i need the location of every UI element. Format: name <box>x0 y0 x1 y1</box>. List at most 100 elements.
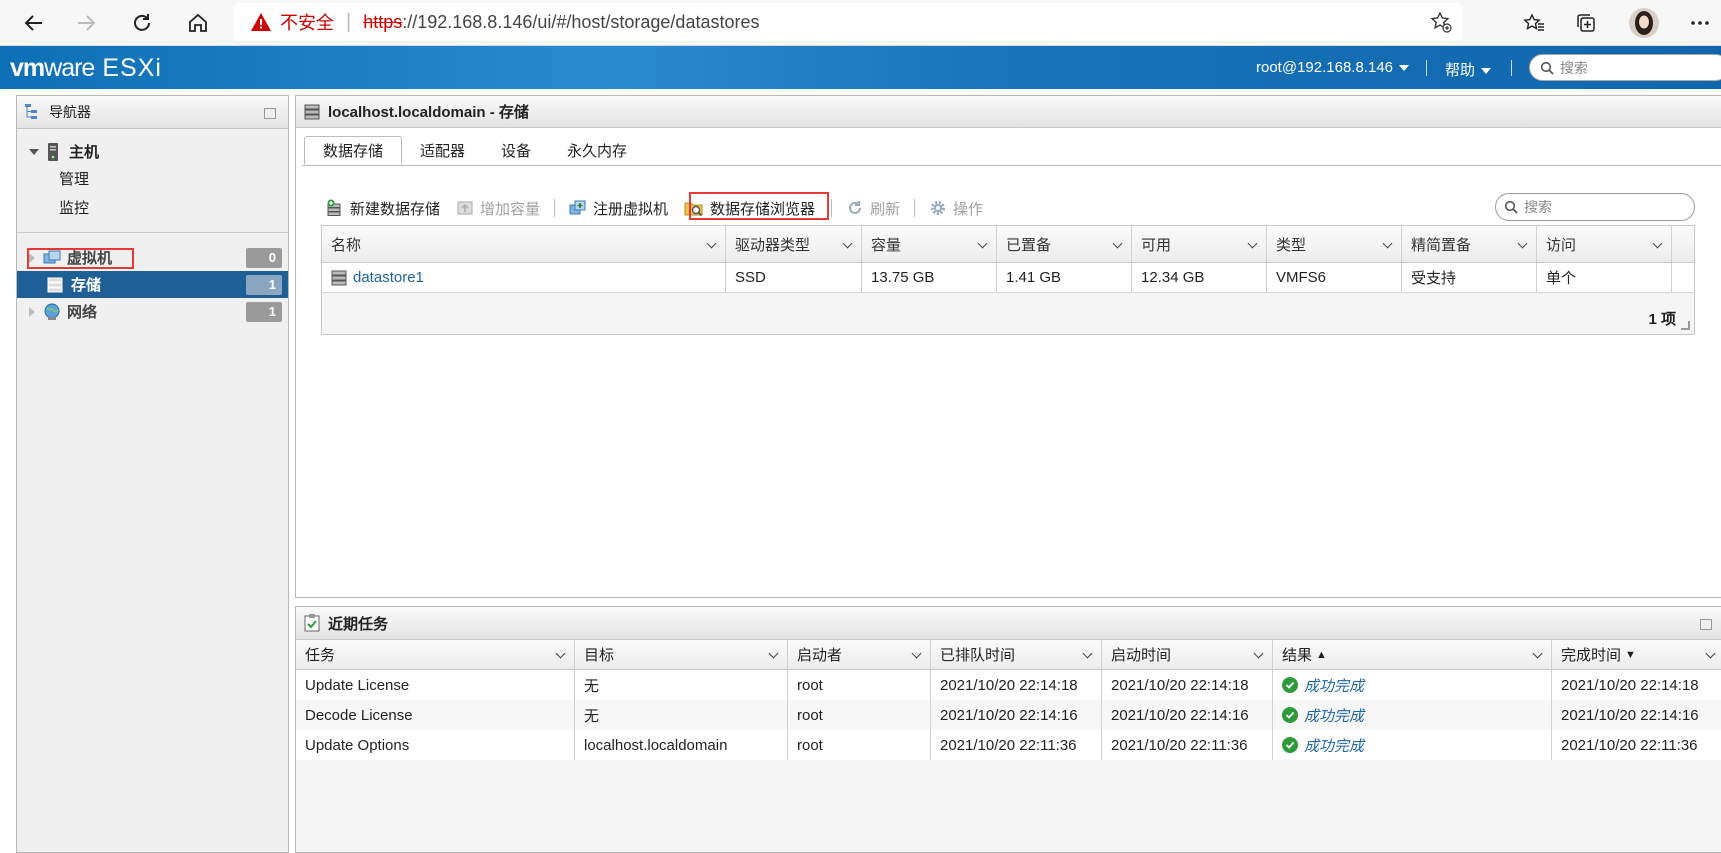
column-header[interactable]: 结果 ▲ <box>1273 640 1552 669</box>
chevron-down-icon[interactable] <box>1247 238 1258 249</box>
insecure-label: 不安全 <box>280 13 334 33</box>
help-menu[interactable]: 帮助 <box>1445 59 1492 80</box>
search-icon <box>1540 61 1554 75</box>
navigator-panel: 导航器 主机 管理 监控 虚拟机 0 存储 1 网络 1 <box>16 95 289 853</box>
success-icon <box>1282 737 1298 753</box>
column-header[interactable]: 驱动器类型 <box>726 226 862 262</box>
nav-item-host[interactable]: 主机 <box>17 138 288 165</box>
chevron-down-icon[interactable] <box>911 648 922 659</box>
page-title: localhost.localdomain - 存储 <box>328 104 529 121</box>
warning-icon <box>250 11 272 33</box>
chevron-down-icon[interactable] <box>706 238 717 249</box>
gear-icon <box>929 199 947 217</box>
highlight-box <box>27 248 134 269</box>
collections-icon[interactable] <box>1566 3 1606 43</box>
column-header[interactable]: 可用 <box>1132 226 1267 262</box>
column-header[interactable]: 已排队时间 <box>931 640 1102 669</box>
header-search-input[interactable]: 搜索 <box>1529 54 1721 81</box>
chevron-down-icon[interactable] <box>1705 648 1716 659</box>
task-row[interactable]: Update License 无 root 2021/10/20 22:14:1… <box>296 670 1721 700</box>
profile-avatar[interactable] <box>1624 3 1664 43</box>
chevron-down-icon[interactable] <box>842 238 853 249</box>
column-header[interactable]: 完成时间 ▼ <box>1552 640 1721 669</box>
table-row[interactable]: datastore1 SSD 13.75 GB 1.41 GB 12.34 GB… <box>322 263 1694 293</box>
address-bar[interactable]: 不安全 | https://192.168.8.146/ui/#/host/st… <box>234 3 1462 41</box>
caret-down-icon <box>1399 65 1409 72</box>
chevron-down-icon[interactable] <box>977 238 988 249</box>
item-count: 1 项 <box>1648 311 1676 328</box>
chevron-down-icon[interactable] <box>1532 648 1543 659</box>
success-icon <box>1282 707 1298 723</box>
register-vm-button[interactable]: 注册虚拟机 <box>569 198 668 219</box>
column-header[interactable]: 访问 <box>1537 226 1672 262</box>
esxi-header: vmware ESXi root@192.168.8.146 帮助 搜索 <box>0 46 1721 89</box>
recent-tasks-panel: 近期任务 任务 目标 启动者 已排队时间 启动时间 结果 ▲ 完成时间 ▼ Upda… <box>295 606 1721 853</box>
minimize-icon[interactable] <box>1700 619 1712 630</box>
expand-icon[interactable] <box>29 148 39 155</box>
refresh-button[interactable]: 刷新 <box>846 198 900 219</box>
tab-adapters[interactable]: 适配器 <box>402 136 483 165</box>
column-header[interactable]: 启动时间 <box>1102 640 1273 669</box>
favorites-icon[interactable] <box>1514 3 1554 43</box>
tasks-table-header: 任务 目标 启动者 已排队时间 启动时间 结果 ▲ 完成时间 ▼ <box>296 640 1721 670</box>
actions-button[interactable]: 操作 <box>929 198 983 219</box>
nav-item-network[interactable]: 网络 1 <box>17 298 288 325</box>
nav-item-manage[interactable]: 管理 <box>17 165 288 192</box>
expand-icon[interactable] <box>29 306 35 317</box>
tab-devices[interactable]: 设备 <box>483 136 549 165</box>
datastore-search-input[interactable]: 搜索 <box>1495 193 1695 221</box>
column-header[interactable]: 任务 <box>296 640 575 669</box>
refresh-icon <box>846 199 864 217</box>
chevron-down-icon[interactable] <box>768 648 779 659</box>
more-icon[interactable] <box>1680 3 1720 43</box>
task-row[interactable]: Update Options localhost.localdomain roo… <box>296 730 1721 760</box>
task-result: 成功完成 <box>1304 737 1365 755</box>
reload-icon[interactable] <box>122 3 162 43</box>
column-header[interactable]: 类型 <box>1267 226 1402 262</box>
datastore-link[interactable]: datastore1 <box>353 269 424 286</box>
storage-icon <box>47 277 63 292</box>
tasks-header: 近期任务 <box>296 607 1721 640</box>
tab-persistent-memory[interactable]: 永久内存 <box>549 136 645 165</box>
chevron-down-icon[interactable] <box>1253 648 1264 659</box>
user-menu[interactable]: root@192.168.8.146 <box>1256 59 1409 76</box>
caret-down-icon <box>1481 68 1492 75</box>
sort-descending-icon: ▼ <box>1625 648 1636 661</box>
storage-icon <box>304 104 320 119</box>
column-header[interactable]: 容量 <box>862 226 997 262</box>
nav-item-storage[interactable]: 存储 1 <box>17 271 288 298</box>
add-favorite-icon[interactable] <box>1430 11 1452 38</box>
task-row[interactable]: Decode License 无 root 2021/10/20 22:14:1… <box>296 700 1721 730</box>
column-header[interactable]: 已置备 <box>997 226 1132 262</box>
back-icon[interactable] <box>14 3 54 43</box>
chevron-down-icon[interactable] <box>1082 648 1093 659</box>
column-header[interactable]: 启动者 <box>788 640 931 669</box>
toolbar: 新建数据存储 增加容量 注册虚拟机 数据存储浏览器 刷新 操作 <box>326 196 999 220</box>
navigator-header: 导航器 <box>17 96 288 129</box>
tasks-title: 近期任务 <box>328 615 389 633</box>
url-protocol: https <box>363 11 403 32</box>
search-icon <box>1504 200 1518 214</box>
column-header[interactable]: 名称 <box>322 226 726 262</box>
chevron-down-icon[interactable] <box>555 648 566 659</box>
host-icon <box>48 142 58 161</box>
home-icon[interactable] <box>178 3 218 43</box>
datastore-table: 名称 驱动器类型 容量 已置备 可用 类型 精简置备 访问 datastore1… <box>321 225 1695 335</box>
forward-icon[interactable] <box>66 3 106 43</box>
url-path: ://192.168.8.146/ui/#/host/storage/datas… <box>402 11 760 32</box>
chevron-down-icon[interactable] <box>1112 238 1123 249</box>
chevron-down-icon[interactable] <box>1652 238 1663 249</box>
new-datastore-button[interactable]: 新建数据存储 <box>326 198 440 219</box>
resize-grip-icon[interactable] <box>1681 321 1690 330</box>
datastore-icon <box>331 270 347 285</box>
chevron-down-icon[interactable] <box>1517 238 1528 249</box>
nav-item-monitor[interactable]: 监控 <box>17 194 288 221</box>
vm-count-badge: 0 <box>246 248 282 268</box>
increase-capacity-button[interactable]: 增加容量 <box>456 198 540 219</box>
navigator-icon <box>25 104 37 119</box>
tab-datastores[interactable]: 数据存储 <box>304 136 403 165</box>
chevron-down-icon[interactable] <box>1382 238 1393 249</box>
column-header[interactable]: 精简置备 <box>1402 226 1537 262</box>
minimize-icon[interactable] <box>264 108 276 119</box>
column-header[interactable]: 目标 <box>575 640 788 669</box>
